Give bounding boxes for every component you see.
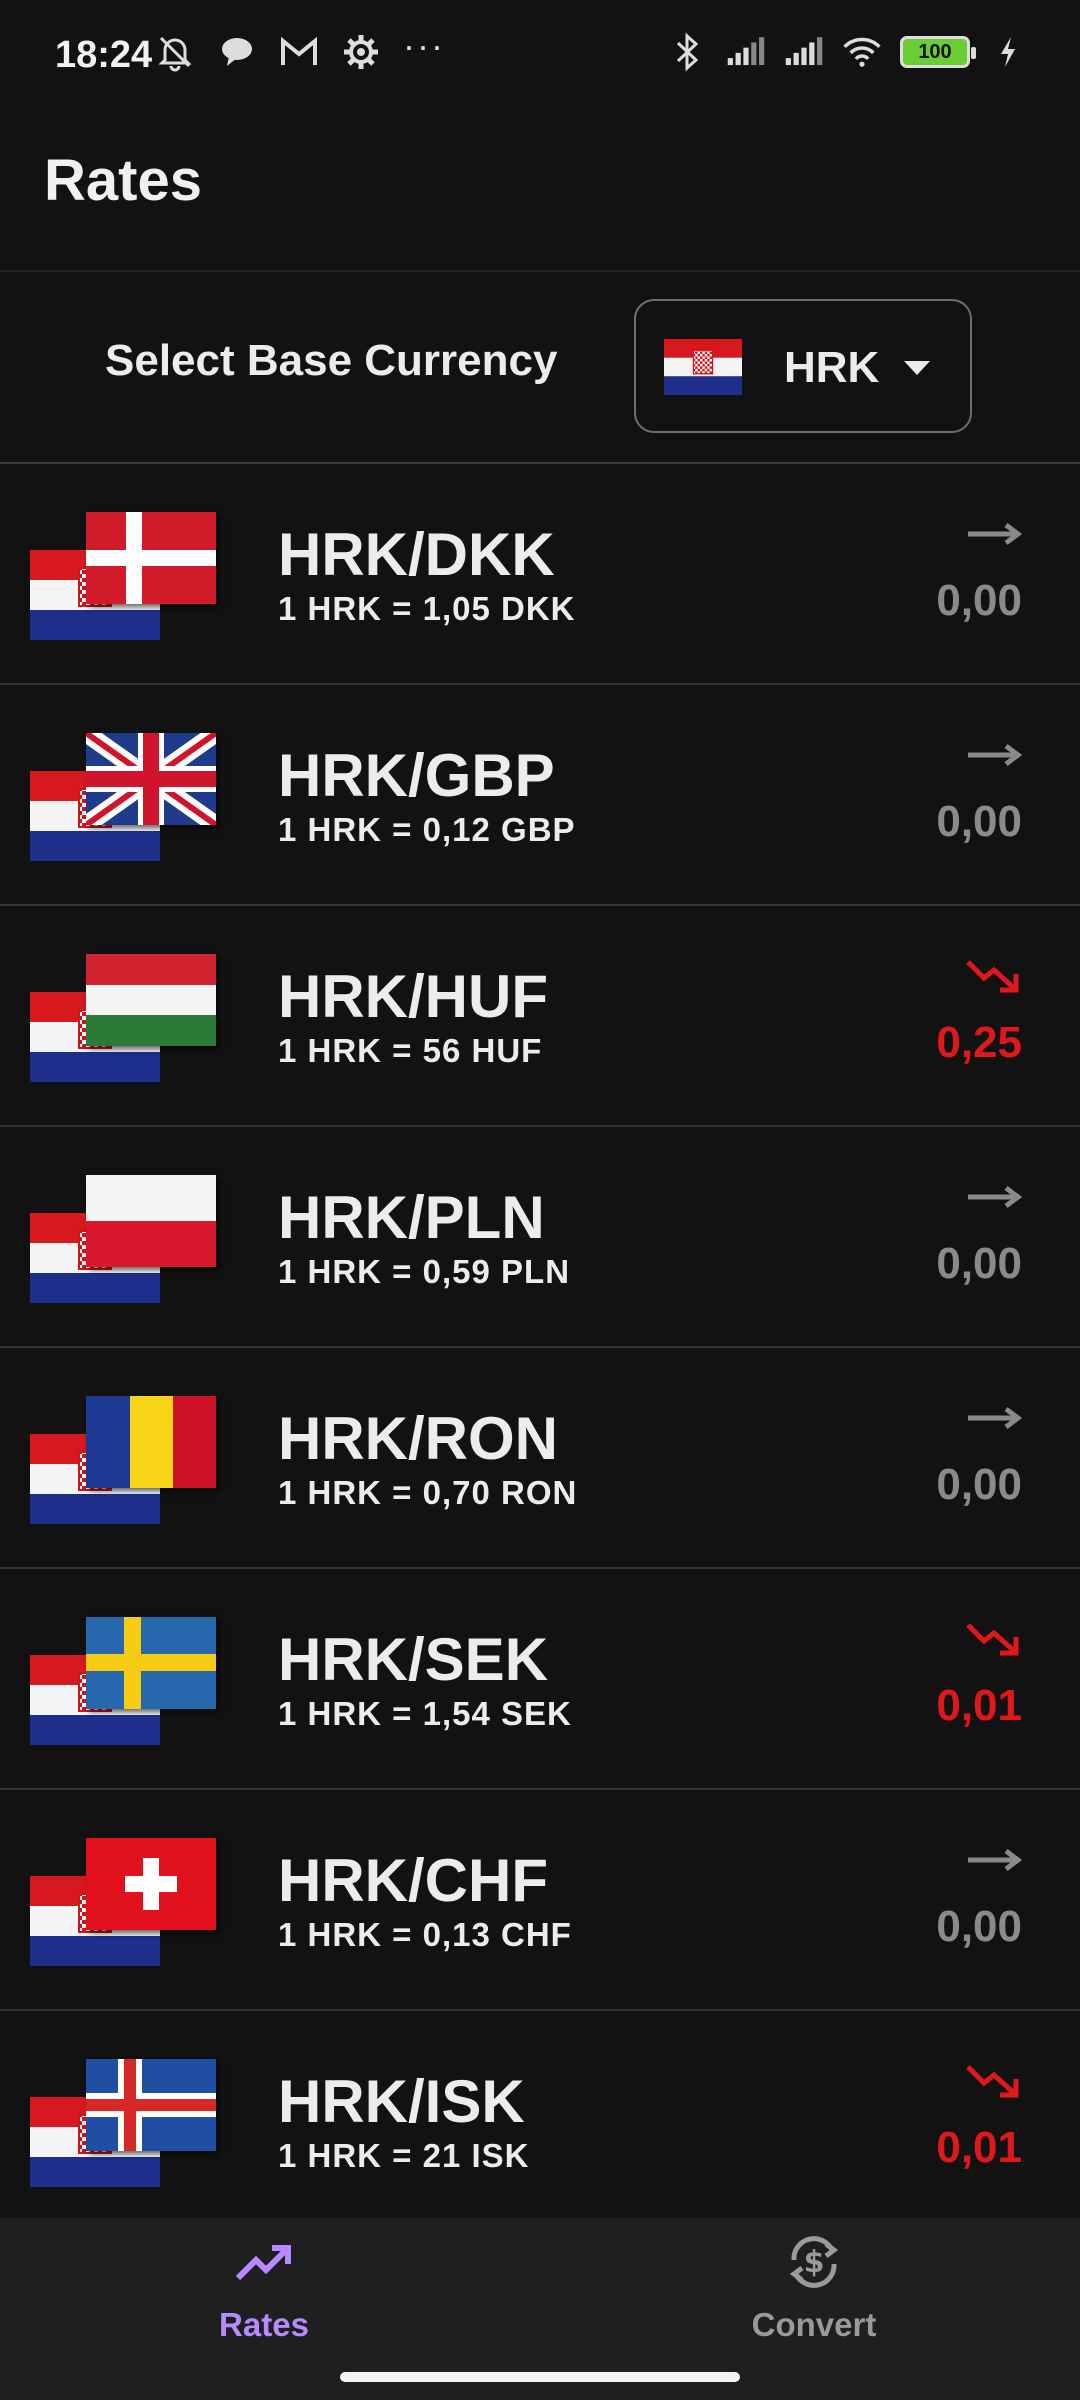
currency-flag-pair <box>30 733 220 863</box>
rate-row[interactable]: HRK/HUF 1 HRK = 56 HUF 0,25 <box>0 906 1080 1127</box>
arrow-right-icon <box>968 1849 1023 1871</box>
exchange-rate-text: 1 HRK = 0,13 CHF <box>278 1916 572 1953</box>
exchange-rate-text: 1 HRK = 1,54 SEK <box>278 1695 572 1732</box>
rate-row[interactable]: HRK/PLN 1 HRK = 0,59 PLN 0,00 <box>0 1127 1080 1348</box>
arrow-right-icon <box>968 1186 1023 1208</box>
currency-pair-name: HRK/ISK <box>278 2068 525 2135</box>
arrow-right-icon <box>968 523 1023 545</box>
rate-row[interactable]: HRK/ISK 1 HRK = 21 ISK 0,01 <box>0 2011 1080 2232</box>
battery-level: 100 <box>918 40 952 63</box>
signal-icon <box>726 32 766 72</box>
rate-change-value: 0,01 <box>936 1681 1022 1730</box>
rate-row[interactable]: HRK/RON 1 HRK = 0,70 RON 0,00 <box>0 1348 1080 1569</box>
base-currency-code: HRK <box>784 343 880 392</box>
app-bar: Rates <box>0 115 1080 272</box>
bluetooth-icon <box>668 32 708 72</box>
rate-row[interactable]: HRK/DKK 1 HRK = 1,05 DKK 0,00 <box>0 464 1080 685</box>
base-currency-label: Select Base Currency <box>105 336 558 385</box>
more-dots-icon: ··· <box>403 25 445 66</box>
charging-icon <box>988 32 1028 72</box>
currency-flag-pair <box>30 1838 220 1968</box>
poland-flag-icon <box>86 1175 216 1267</box>
bell-off-icon <box>155 32 195 72</box>
currency-flag-pair <box>30 1396 220 1526</box>
currency-pair-name: HRK/GBP <box>278 742 555 809</box>
currency-pair-name: HRK/RON <box>278 1405 558 1472</box>
arrow-right-icon <box>968 1407 1023 1429</box>
rate-row[interactable]: HRK/SEK 1 HRK = 1,54 SEK 0,01 <box>0 1569 1080 1790</box>
currency-pair-name: HRK/DKK <box>278 521 555 588</box>
exchange-rate-text: 1 HRK = 0,70 RON <box>278 1474 578 1511</box>
exchange-rate-text: 1 HRK = 56 HUF <box>278 1032 543 1069</box>
rate-change-value: 0,00 <box>936 1239 1022 1288</box>
hungary-flag-icon <box>86 954 216 1046</box>
currency-flag-pair <box>30 954 220 1084</box>
trending-down-icon <box>966 1623 1019 1656</box>
caret-down-icon <box>904 361 930 375</box>
currency-flag-pair <box>30 1175 220 1305</box>
battery-icon: 100 <box>900 36 976 68</box>
trending-down-icon <box>966 960 1019 993</box>
home-indicator <box>340 2372 740 2382</box>
status-bar: 18:24 ··· 100 <box>0 0 1080 115</box>
nav-tab-rates[interactable]: Rates <box>114 2230 414 2370</box>
rate-change-value: 0,00 <box>936 576 1022 625</box>
nav-label-rates: Rates <box>219 2306 309 2343</box>
exchange-rate-text: 1 HRK = 0,12 GBP <box>278 811 576 848</box>
rate-change-value: 0,00 <box>936 1460 1022 1509</box>
currency-flag-pair <box>30 2059 220 2189</box>
denmark-flag-icon <box>86 512 216 604</box>
status-time: 18:24 <box>55 34 153 76</box>
nav-tab-convert[interactable]: $ Convert <box>664 2230 964 2370</box>
switzerland-flag-icon <box>86 1838 216 1930</box>
status-icons-right: 100 <box>668 32 1028 72</box>
svg-text:$: $ <box>804 2245 825 2280</box>
iceland-flag-icon <box>86 2059 216 2151</box>
rate-row[interactable]: HRK/GBP 1 HRK = 0,12 GBP 0,00 <box>0 685 1080 906</box>
currency-flag-pair <box>30 1617 220 1747</box>
base-currency-row: Select Base Currency HRK <box>0 272 1080 464</box>
status-icons-left: ··· <box>155 25 445 72</box>
rate-row[interactable]: HRK/CHF 1 HRK = 0,13 CHF 0,00 <box>0 1790 1080 2011</box>
exchange-rate-text: 1 HRK = 21 ISK <box>278 2137 530 2174</box>
wifi-icon <box>842 32 882 72</box>
currency-pair-name: HRK/SEK <box>278 1626 549 1693</box>
currency-pair-name: HRK/PLN <box>278 1184 545 1251</box>
currency-flag-pair <box>30 512 220 642</box>
currency-pair-name: HRK/HUF <box>278 963 548 1030</box>
nav-label-convert: Convert <box>751 2306 877 2343</box>
exchange-rate-text: 1 HRK = 1,05 DKK <box>278 590 576 627</box>
chat-bubble-icon <box>217 32 257 72</box>
rate-change-value: 0,25 <box>936 1018 1022 1067</box>
page-title: Rates <box>44 148 202 213</box>
croatia-flag-icon <box>664 339 742 395</box>
rate-change-value: 0,01 <box>936 2123 1022 2172</box>
rate-change-value: 0,00 <box>936 1902 1022 1951</box>
signal-icon <box>784 32 824 72</box>
romania-flag-icon <box>86 1396 216 1488</box>
currency-pair-name: HRK/CHF <box>278 1847 548 1914</box>
currency-exchange-icon: $ <box>789 2236 839 2288</box>
sweden-flag-icon <box>86 1617 216 1709</box>
trending-down-icon <box>966 2065 1019 2098</box>
gear-icon <box>341 32 381 72</box>
exchange-rate-text: 1 HRK = 0,59 PLN <box>278 1253 571 1290</box>
rates-list: HRK/DKK 1 HRK = 1,05 DKK 0,00 HRK/GBP 1 HRK … <box>0 464 1080 2232</box>
rate-change-value: 0,00 <box>936 797 1022 846</box>
trending-up-icon <box>235 2245 291 2281</box>
gmail-icon <box>279 32 319 72</box>
arrow-right-icon <box>968 744 1023 766</box>
uk-flag-icon <box>86 733 216 825</box>
base-currency-dropdown[interactable]: HRK <box>634 299 972 433</box>
